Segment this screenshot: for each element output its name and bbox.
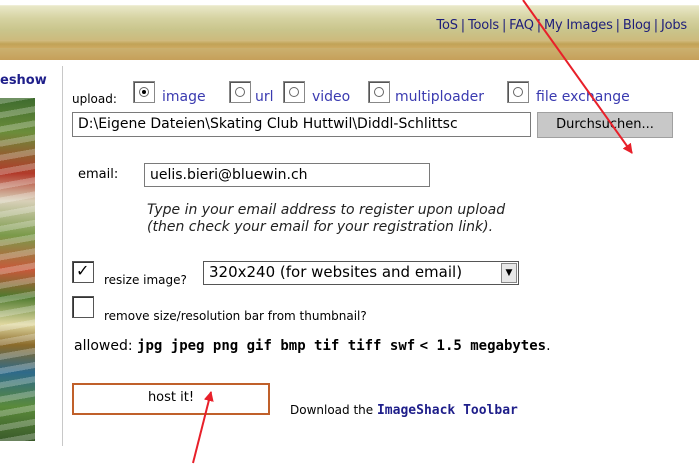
toolbar-promo: Download the ImageShack Toolbar: [290, 403, 518, 418]
header-nav: ToS | Tools | FAQ | My Images | Blog | Jobs: [436, 18, 687, 33]
radio-multiploader[interactable]: [368, 81, 390, 103]
resize-select[interactable]: 320x240 (for websites and email) ▼: [203, 261, 519, 285]
resize-label: resize image?: [104, 273, 187, 287]
email-label: email:: [78, 167, 119, 182]
nav-link-my-images[interactable]: My Images: [544, 18, 613, 33]
dropdown-arrow-icon[interactable]: ▼: [501, 263, 517, 283]
email-hint-line2: (then check your email for your registra…: [147, 219, 494, 235]
sidebar-divider: [62, 66, 63, 446]
option-image-label[interactable]: image: [162, 89, 206, 105]
nav-link-jobs[interactable]: Jobs: [661, 18, 687, 33]
radio-url[interactable]: [229, 81, 251, 103]
radio-dot-icon: [289, 87, 299, 97]
radio-image[interactable]: [133, 81, 155, 103]
nav-separator: |: [460, 18, 465, 33]
option-multiploader-label[interactable]: multiploader: [395, 89, 484, 105]
email-field[interactable]: uelis.bieri@bluewin.ch: [144, 163, 430, 187]
option-url-label[interactable]: url: [255, 89, 274, 105]
email-hint: Type in your email address to register u…: [147, 202, 505, 236]
sidebar-slideshow-image[interactable]: [0, 98, 35, 441]
allowed-types-list: jpg jpeg png gif bmp tif tiff swf: [137, 338, 416, 354]
checkmark-icon: ✓: [76, 261, 90, 280]
radio-dot-icon: [235, 87, 245, 97]
allowed-end: .: [546, 338, 551, 354]
nav-separator: |: [536, 18, 541, 33]
browse-button[interactable]: Durchsuchen...: [537, 112, 673, 138]
option-video-label[interactable]: video: [312, 89, 350, 105]
file-path-input[interactable]: D:\Eigene Dateien\Skating Club Huttwil\D…: [72, 112, 531, 137]
nav-separator: |: [615, 18, 620, 33]
header-top-stripe: [0, 0, 699, 5]
allowed-size-limit: < 1.5 megabytes: [419, 338, 547, 354]
allowed-label: allowed:: [74, 338, 133, 354]
host-it-button[interactable]: host it!: [72, 383, 270, 415]
nav-separator: |: [501, 18, 507, 33]
nav-link-tos[interactable]: ToS: [436, 18, 458, 33]
upload-label: upload:: [72, 92, 117, 106]
email-hint-line1: Type in your email address to register u…: [147, 202, 506, 218]
resize-select-value: 320x240 (for websites and email): [209, 263, 463, 281]
nav-link-tools[interactable]: Tools: [468, 18, 499, 33]
toolbar-download-link[interactable]: ImageShack Toolbar: [377, 403, 518, 418]
radio-dot-icon: [139, 87, 149, 97]
header-shade: [0, 40, 699, 48]
option-file-exchange-label[interactable]: file exchange: [536, 89, 630, 105]
sidebar-slideshow-title[interactable]: eshow: [0, 73, 47, 88]
nav-separator: |: [653, 18, 658, 33]
allowed-types: allowed: jpg jpeg png gif bmp tif tiff s…: [74, 338, 551, 354]
header-bar: ToS | Tools | FAQ | My Images | Blog | Jobs: [0, 0, 699, 60]
radio-dot-icon: [374, 87, 384, 97]
remove-bar-checkbox[interactable]: [72, 296, 94, 318]
remove-bar-label: remove size/resolution bar from thumbnai…: [104, 309, 367, 323]
toolbar-prefix: Download the: [290, 403, 374, 417]
nav-link-faq[interactable]: FAQ: [509, 18, 534, 33]
radio-file-exchange[interactable]: [507, 81, 529, 103]
nav-link-blog[interactable]: Blog: [623, 18, 651, 33]
radio-video[interactable]: [283, 81, 305, 103]
radio-dot-icon: [513, 87, 523, 97]
resize-checkbox[interactable]: ✓: [72, 261, 94, 283]
